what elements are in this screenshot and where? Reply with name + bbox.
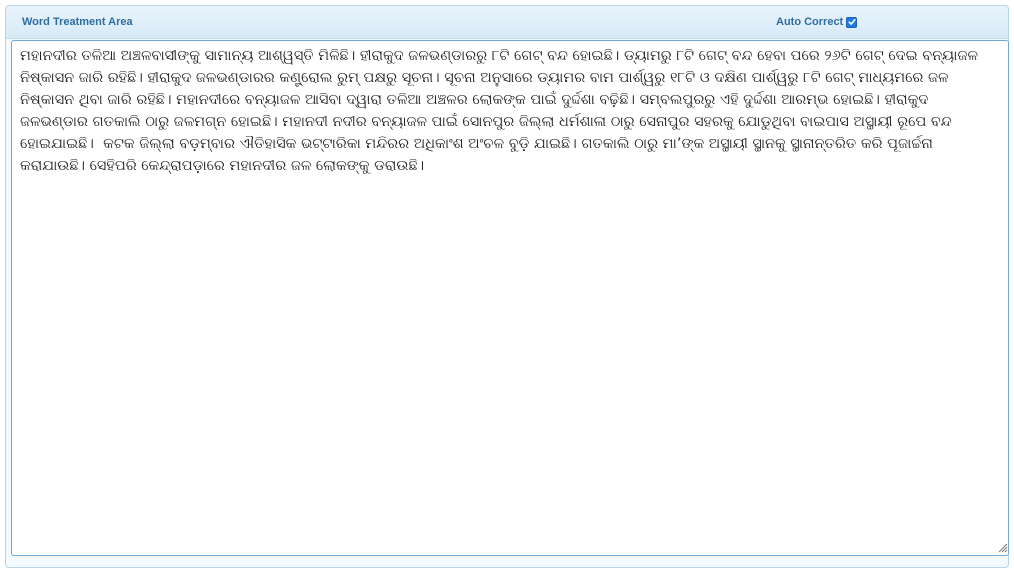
panel-header: Word Treatment Area Auto Correct: [6, 6, 1008, 39]
checkmark-icon: [848, 19, 856, 25]
auto-correct-toggle[interactable]: Auto Correct: [776, 16, 858, 28]
auto-correct-checkbox[interactable]: [846, 16, 858, 28]
word-treatment-textarea[interactable]: ମହାନଦୀର ତଳିଆ ଅଞ୍ଚଳବାସୀଙ୍କୁ ସାମାନ୍ୟ ଆଶ୍ୱସ…: [11, 40, 1009, 556]
auto-correct-label[interactable]: Auto Correct: [776, 16, 843, 28]
word-treatment-panel: Word Treatment Area Auto Correct ମହାନଦୀର…: [5, 5, 1009, 568]
panel-title: Word Treatment Area: [22, 16, 133, 28]
resize-grip-icon[interactable]: [996, 541, 1008, 553]
